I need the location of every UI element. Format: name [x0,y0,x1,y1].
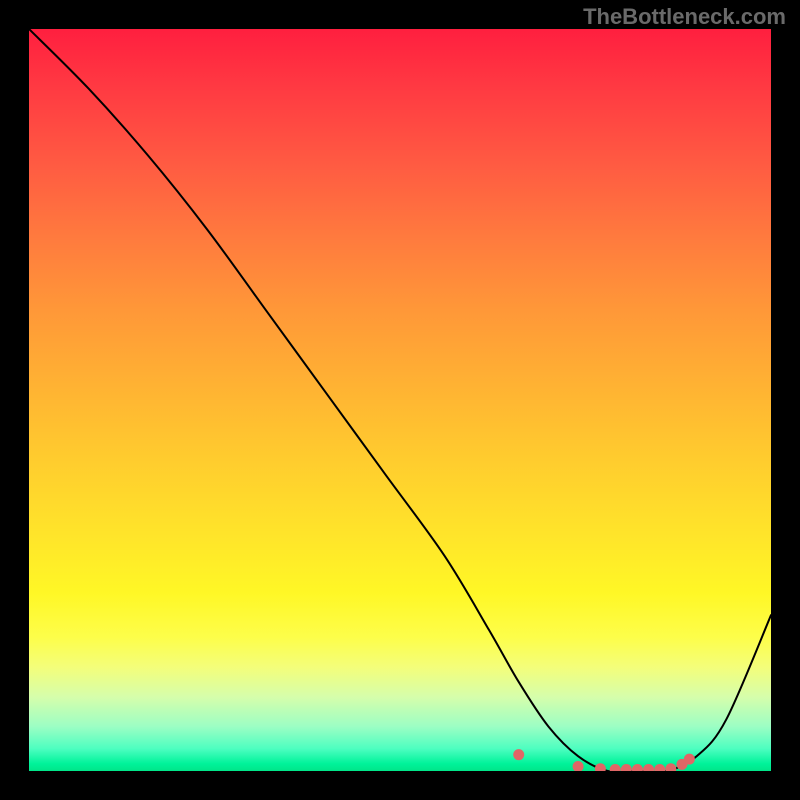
marker-dot [654,764,665,771]
marker-dot [632,764,643,771]
marker-dot [665,763,676,771]
marker-dot [643,764,654,771]
marker-dot [684,754,695,765]
marker-group [513,749,695,771]
marker-dot [621,764,632,771]
marker-dot [513,749,524,760]
marker-dot [595,763,606,771]
marker-dot [573,761,584,771]
plot-area [29,29,771,771]
curve-line [29,29,771,771]
watermark: TheBottleneck.com [583,4,786,30]
marker-dot [610,764,621,771]
chart-svg [29,29,771,771]
